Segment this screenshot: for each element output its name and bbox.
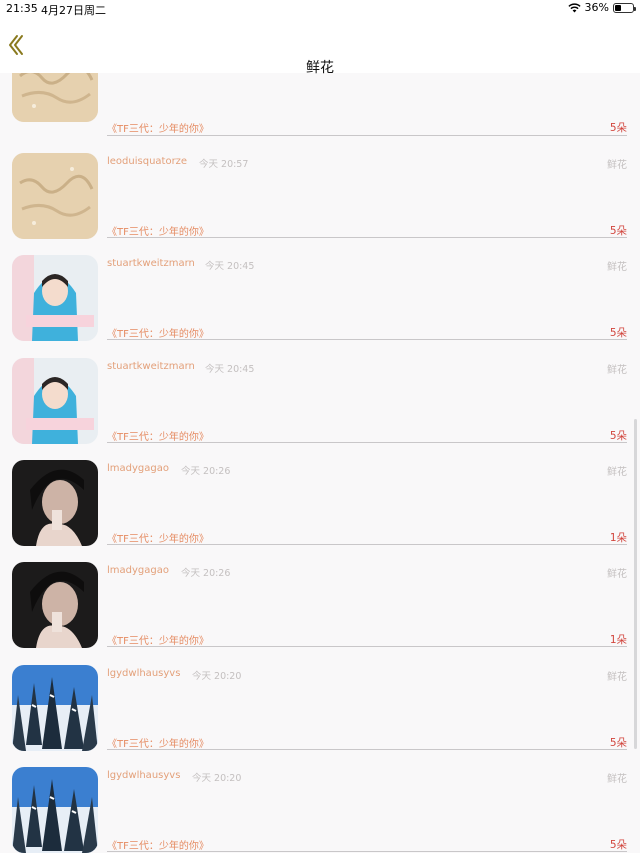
timestamp: 今天 20:26 bbox=[181, 466, 231, 477]
gift-type: 鲜花 bbox=[607, 262, 627, 273]
timestamp: 今天 20:45 bbox=[205, 364, 255, 375]
list-item[interactable]: stuartkweitzmarn 今天 20:45 鲜花 《TF三代：少年的你》… bbox=[0, 358, 640, 460]
gift-type: 鲜花 bbox=[607, 569, 627, 580]
divider bbox=[107, 544, 627, 545]
wifi-icon bbox=[567, 2, 581, 13]
gift-list[interactable]: 《TF三代：少年的你》 5朵 leoduisquatorze 今天 20:57 … bbox=[0, 73, 640, 853]
divider bbox=[107, 135, 627, 136]
flower-count: 5朵 bbox=[609, 737, 627, 749]
divider bbox=[107, 851, 627, 852]
avatar[interactable] bbox=[12, 665, 98, 751]
back-button[interactable] bbox=[6, 33, 26, 57]
list-item[interactable]: lgydwlhausyvs 今天 20:20 鲜花 《TF三代：少年的你》 5朵 bbox=[0, 767, 640, 853]
gift-type: 鲜花 bbox=[607, 467, 627, 478]
scrollbar[interactable] bbox=[634, 419, 637, 749]
username[interactable]: stuartkweitzmarn bbox=[107, 361, 195, 372]
username[interactable]: stuartkweitzmarn bbox=[107, 258, 195, 269]
username[interactable]: lmadygagao bbox=[107, 565, 169, 576]
work-title[interactable]: 《TF三代：少年的你》 bbox=[107, 120, 209, 135]
work-title[interactable]: 《TF三代：少年的你》 bbox=[107, 735, 209, 750]
avatar[interactable] bbox=[12, 460, 98, 546]
flower-count: 5朵 bbox=[609, 122, 627, 134]
status-time: 21:35 bbox=[6, 2, 38, 15]
work-title[interactable]: 《TF三代：少年的你》 bbox=[107, 837, 209, 852]
avatar[interactable] bbox=[12, 153, 98, 239]
divider bbox=[107, 749, 627, 750]
avatar[interactable] bbox=[12, 562, 98, 648]
flower-count: 5朵 bbox=[609, 839, 627, 851]
list-item[interactable]: leoduisquatorze 今天 20:57 鲜花 《TF三代：少年的你》 … bbox=[0, 153, 640, 255]
status-date: 4月27日周二 bbox=[41, 4, 106, 17]
gift-type: 鲜花 bbox=[607, 672, 627, 683]
flower-count: 1朵 bbox=[609, 634, 627, 646]
flower-count: 5朵 bbox=[609, 327, 627, 339]
username[interactable]: lgydwlhausyvs bbox=[107, 770, 180, 781]
battery-fill bbox=[615, 4, 622, 11]
timestamp: 今天 20:20 bbox=[192, 671, 242, 682]
avatar[interactable] bbox=[12, 73, 98, 122]
status-bar: 21:35 4月27日周二 36% bbox=[0, 0, 640, 17]
list-item[interactable]: lgydwlhausyvs 今天 20:20 鲜花 《TF三代：少年的你》 5朵 bbox=[0, 665, 640, 767]
divider bbox=[107, 339, 627, 340]
chevron-left-icon bbox=[9, 35, 23, 55]
work-title[interactable]: 《TF三代：少年的你》 bbox=[107, 223, 209, 238]
work-title[interactable]: 《TF三代：少年的你》 bbox=[107, 325, 209, 340]
battery-percent: 36% bbox=[584, 1, 609, 14]
flower-count: 5朵 bbox=[609, 225, 627, 237]
flower-count: 5朵 bbox=[609, 430, 627, 442]
status-right: 36% bbox=[567, 1, 636, 14]
work-title[interactable]: 《TF三代：少年的你》 bbox=[107, 632, 209, 647]
gift-type: 鲜花 bbox=[607, 774, 627, 785]
gift-type: 鲜花 bbox=[607, 365, 627, 376]
timestamp: 今天 20:26 bbox=[181, 568, 231, 579]
timestamp: 今天 20:57 bbox=[199, 159, 249, 170]
list-item[interactable]: stuartkweitzmarn 今天 20:45 鲜花 《TF三代：少年的你》… bbox=[0, 255, 640, 357]
username[interactable]: lmadygagao bbox=[107, 463, 169, 474]
divider bbox=[107, 646, 627, 647]
timestamp: 今天 20:20 bbox=[192, 773, 242, 784]
flower-count: 1朵 bbox=[609, 532, 627, 544]
list-item[interactable]: 《TF三代：少年的你》 5朵 bbox=[0, 73, 640, 138]
username[interactable]: leoduisquatorze bbox=[107, 156, 187, 167]
battery-icon bbox=[613, 2, 636, 13]
gift-type: 鲜花 bbox=[607, 160, 627, 171]
nav-bar: 鲜花 bbox=[0, 17, 640, 76]
avatar[interactable] bbox=[12, 358, 98, 444]
work-title[interactable]: 《TF三代：少年的你》 bbox=[107, 428, 209, 443]
avatar[interactable] bbox=[12, 255, 98, 341]
username[interactable]: lgydwlhausyvs bbox=[107, 668, 180, 679]
list-item[interactable]: lmadygagao 今天 20:26 鲜花 《TF三代：少年的你》 1朵 bbox=[0, 562, 640, 664]
timestamp: 今天 20:45 bbox=[205, 261, 255, 272]
divider bbox=[107, 237, 627, 238]
work-title[interactable]: 《TF三代：少年的你》 bbox=[107, 530, 209, 545]
list-item[interactable]: lmadygagao 今天 20:26 鲜花 《TF三代：少年的你》 1朵 bbox=[0, 460, 640, 562]
divider bbox=[107, 442, 627, 443]
avatar[interactable] bbox=[12, 767, 98, 853]
